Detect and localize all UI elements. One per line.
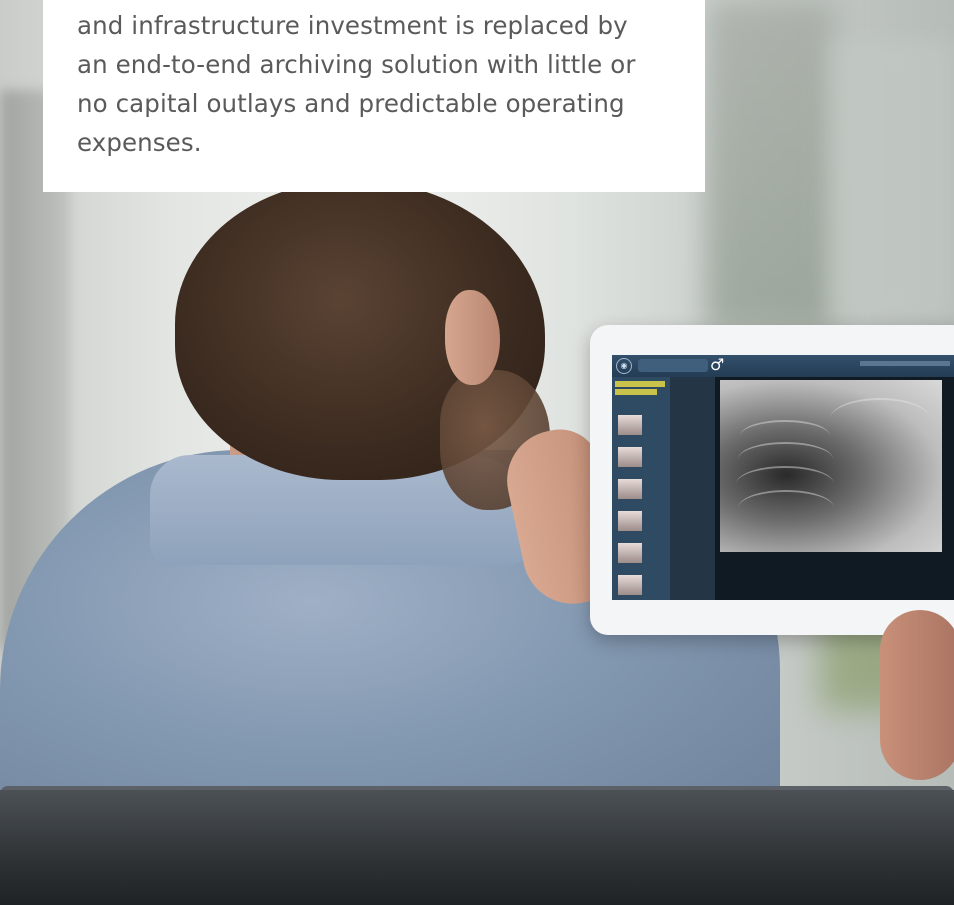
clavicle-line <box>830 398 930 440</box>
thumbnail-panel <box>612 377 670 600</box>
xray-viewer <box>715 377 954 600</box>
thumbnail <box>618 479 642 499</box>
circle-logo-icon: ◉ <box>616 358 632 374</box>
text-line-4: expenses. <box>77 128 202 157</box>
thumbnail <box>618 543 642 563</box>
thumbnail <box>618 575 642 595</box>
male-symbol-icon: ♂ <box>710 355 725 374</box>
window-blur <box>705 0 835 330</box>
tablet-app-bar: ◉ ♂ <box>612 355 954 377</box>
tablet-screen: ◉ ♂ <box>612 355 954 600</box>
text-overlay-box: and infrastructure investment is replace… <box>43 0 705 192</box>
study-tag <box>615 389 657 395</box>
sofa <box>0 790 954 905</box>
info-panel <box>670 377 715 600</box>
patient-name-field <box>638 359 708 372</box>
thumbnail <box>618 415 642 435</box>
text-overlay-content: and infrastructure investment is replace… <box>77 6 697 162</box>
thumbnail <box>618 511 642 531</box>
right-room-blur <box>830 40 954 320</box>
rib-line <box>738 490 834 526</box>
study-tag <box>615 381 665 387</box>
person-ear <box>445 290 500 385</box>
thumbnail <box>618 447 642 467</box>
text-line-1: and infrastructure investment is replace… <box>77 11 628 40</box>
text-line-2: an end-to-end archiving solution with li… <box>77 50 636 79</box>
app-bar-note <box>860 361 950 366</box>
chest-xray-image <box>720 380 942 552</box>
text-line-3: no capital outlays and predictable opera… <box>77 89 625 118</box>
right-hand <box>880 610 954 780</box>
